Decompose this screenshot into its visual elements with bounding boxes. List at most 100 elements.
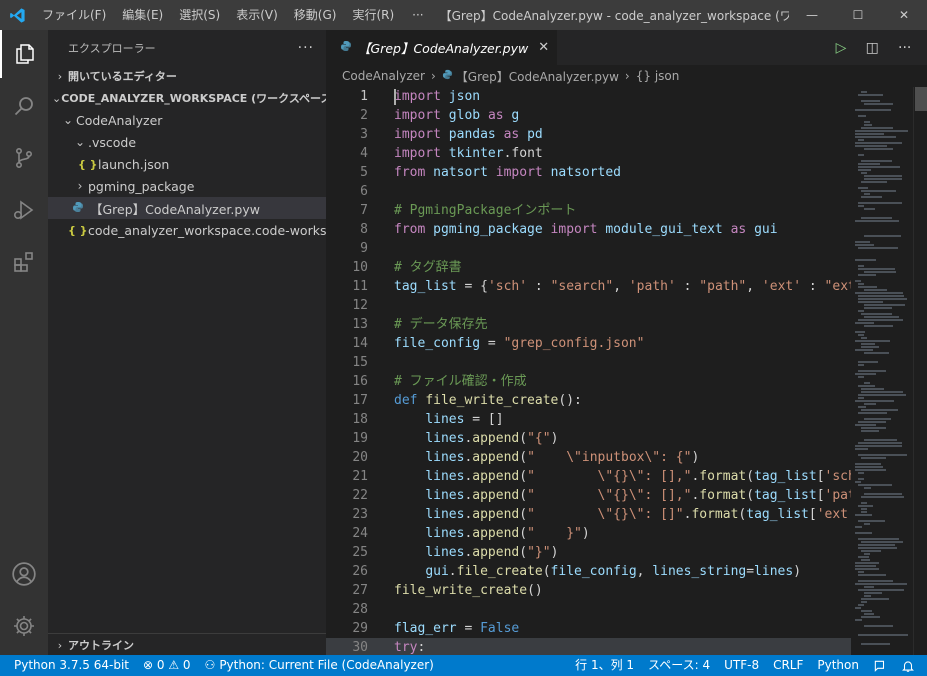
code-line[interactable]: 29 flag_err = False <box>326 619 851 638</box>
run-debug-icon[interactable] <box>0 186 48 234</box>
code-line[interactable]: 22 lines.append(" \"{}\": [],".format(ta… <box>326 486 851 505</box>
python-file-icon <box>340 40 352 55</box>
code-line[interactable]: 3 import pandas as pd <box>326 125 851 144</box>
tab-close-icon[interactable]: ✕ <box>538 40 549 55</box>
minimap-line <box>858 154 864 156</box>
minimap[interactable] <box>851 87 913 655</box>
code-line[interactable]: 23 lines.append(" \"{}\": []".format(tag… <box>326 505 851 524</box>
extensions-icon[interactable] <box>0 238 48 286</box>
code-line[interactable]: 16 # ファイル確認・作成 <box>326 372 851 391</box>
code-line[interactable]: 1 import json <box>326 87 851 106</box>
open-editors-section[interactable]: › 開いているエディター <box>48 65 326 87</box>
code-line[interactable]: 27 file_write_create() <box>326 581 851 600</box>
code-line[interactable]: 9 <box>326 239 851 258</box>
account-icon[interactable] <box>0 550 48 598</box>
notifications-bell-icon[interactable] <box>894 655 927 676</box>
code-line[interactable]: 24 lines.append(" }") <box>326 524 851 543</box>
code-line[interactable]: 18 lines = [] <box>326 410 851 429</box>
code-line[interactable]: 8 from pgming_package import module_gui_t… <box>326 220 851 239</box>
cursor-position-status[interactable]: 行 1、列 1 <box>568 655 641 676</box>
menu-more-button[interactable]: ··· <box>402 0 433 30</box>
language-mode-status[interactable]: Python <box>810 655 866 676</box>
tree-file-codeanalyzer-pyw[interactable]: 【Grep】CodeAnalyzer.pyw <box>48 197 326 219</box>
outline-section[interactable]: › アウトライン <box>48 633 326 655</box>
menu-file[interactable]: ファイル(F) <box>34 0 114 30</box>
menu-go[interactable]: 移動(G) <box>286 0 345 30</box>
explorer-more-button[interactable]: ··· <box>298 40 314 56</box>
code-line[interactable]: 17 def file_write_create(): <box>326 391 851 410</box>
minimap-line <box>858 421 886 423</box>
code-text: import tkinter.font <box>394 146 543 161</box>
tree-file-workspace[interactable]: { } code_analyzer_workspace.code-worksp.… <box>48 219 326 241</box>
minimap-line <box>855 514 872 516</box>
window-controls: — ☐ ✕ <box>789 0 927 30</box>
tree-file-launch-json[interactable]: { } launch.json <box>48 153 326 175</box>
code-line[interactable]: 25 lines.append("}") <box>326 543 851 562</box>
code-line[interactable]: 15 <box>326 353 851 372</box>
breadcrumb-file[interactable]: 【Grep】CodeAnalyzer.pyw <box>456 68 619 85</box>
code-editor[interactable]: 1 import json 2 import glob as g 3 import pan… <box>326 87 851 655</box>
code-text: file_write_create() <box>394 583 543 598</box>
run-config-status[interactable]: ⚇ Python: Current File (CodeAnalyzer) <box>198 655 441 676</box>
split-editor-button[interactable]: ◫ <box>866 40 879 56</box>
vertical-scrollbar[interactable] <box>913 87 927 655</box>
code-text: from natsort import natsorted <box>394 165 622 180</box>
code-line[interactable]: 10 # タグ辞書 <box>326 258 851 277</box>
menu-edit[interactable]: 編集(E) <box>114 0 171 30</box>
workspace-section[interactable]: ⌄ CODE_ANALYZER_WORKSPACE (ワークスペース) <box>48 87 337 109</box>
eol-status[interactable]: CRLF <box>766 655 810 676</box>
maximize-button[interactable]: ☐ <box>835 0 881 30</box>
outline-header[interactable]: › アウトライン <box>48 634 326 656</box>
code-line[interactable]: 19 lines.append("{") <box>326 429 851 448</box>
code-text: import pandas as pd <box>394 127 543 142</box>
minimap-line <box>864 523 870 525</box>
code-line[interactable]: 14 file_config = "grep_config.json" <box>326 334 851 353</box>
search-icon[interactable] <box>0 82 48 130</box>
encoding-status[interactable]: UTF-8 <box>717 655 766 676</box>
explorer-icon[interactable] <box>0 30 48 78</box>
minimap-line <box>855 145 887 147</box>
problems-status[interactable]: ⊗ 0 ⚠ 0 <box>136 655 198 676</box>
code-line[interactable]: 7 # PgmingPackageインポート <box>326 201 851 220</box>
minimap-line <box>858 265 864 267</box>
code-line[interactable]: 2 import glob as g <box>326 106 851 125</box>
code-line[interactable]: 11 tag_list = {'sch' : "search", 'path' :… <box>326 277 851 296</box>
code-line[interactable]: 28 <box>326 600 851 619</box>
indentation-status[interactable]: スペース: 4 <box>641 655 717 676</box>
tab-codeanalyzer-pyw[interactable]: 【Grep】CodeAnalyzer.pyw ✕ <box>326 30 558 65</box>
run-file-button[interactable]: ▷ <box>836 40 847 56</box>
minimap-line <box>858 163 880 165</box>
minimap-line <box>858 247 898 249</box>
tree-folder-codeanalyzer[interactable]: ⌄ CodeAnalyzer <box>48 109 326 131</box>
code-line[interactable]: 6 <box>326 182 851 201</box>
scrollbar-thumb[interactable] <box>915 87 927 111</box>
code-line[interactable]: 20 lines.append(" \"inputbox\": {") <box>326 448 851 467</box>
minimap-line <box>858 370 886 372</box>
source-control-icon[interactable] <box>0 134 48 182</box>
settings-gear-icon[interactable] <box>0 602 48 650</box>
code-line[interactable]: 12 <box>326 296 851 315</box>
code-line[interactable]: 26 gui.file_create(file_config, lines_st… <box>326 562 851 581</box>
code-line[interactable]: 21 lines.append(" \"{}\": [],".format(ta… <box>326 467 851 486</box>
minimize-button[interactable]: — <box>789 0 835 30</box>
menu-run[interactable]: 実行(R) <box>344 0 402 30</box>
close-window-button[interactable]: ✕ <box>881 0 927 30</box>
code-line[interactable]: 5 from natsort import natsorted <box>326 163 851 182</box>
breadcrumb-folder[interactable]: CodeAnalyzer <box>342 69 425 83</box>
tree-folder-pgming-package[interactable]: › pgming_package <box>48 175 326 197</box>
breadcrumb-symbol[interactable]: {} json <box>636 69 680 83</box>
minimap-line <box>861 217 892 219</box>
menu-view[interactable]: 表示(V) <box>228 0 286 30</box>
tree-folder-vscode[interactable]: ⌄ .vscode <box>48 131 326 153</box>
feedback-icon[interactable] <box>866 655 894 676</box>
workspace-label: CODE_ANALYZER_WORKSPACE (ワークスペース) <box>61 92 337 105</box>
editor-more-button[interactable]: ··· <box>898 40 911 56</box>
minimap-line <box>861 430 879 432</box>
minimap-line <box>864 586 874 588</box>
python-interpreter-status[interactable]: Python 3.7.5 64-bit <box>0 655 136 676</box>
code-line[interactable]: 30 try: <box>326 638 851 655</box>
minimap-line <box>855 292 903 294</box>
menu-selection[interactable]: 選択(S) <box>171 0 228 30</box>
code-line[interactable]: 13 # データ保存先 <box>326 315 851 334</box>
code-line[interactable]: 4 import tkinter.font <box>326 144 851 163</box>
